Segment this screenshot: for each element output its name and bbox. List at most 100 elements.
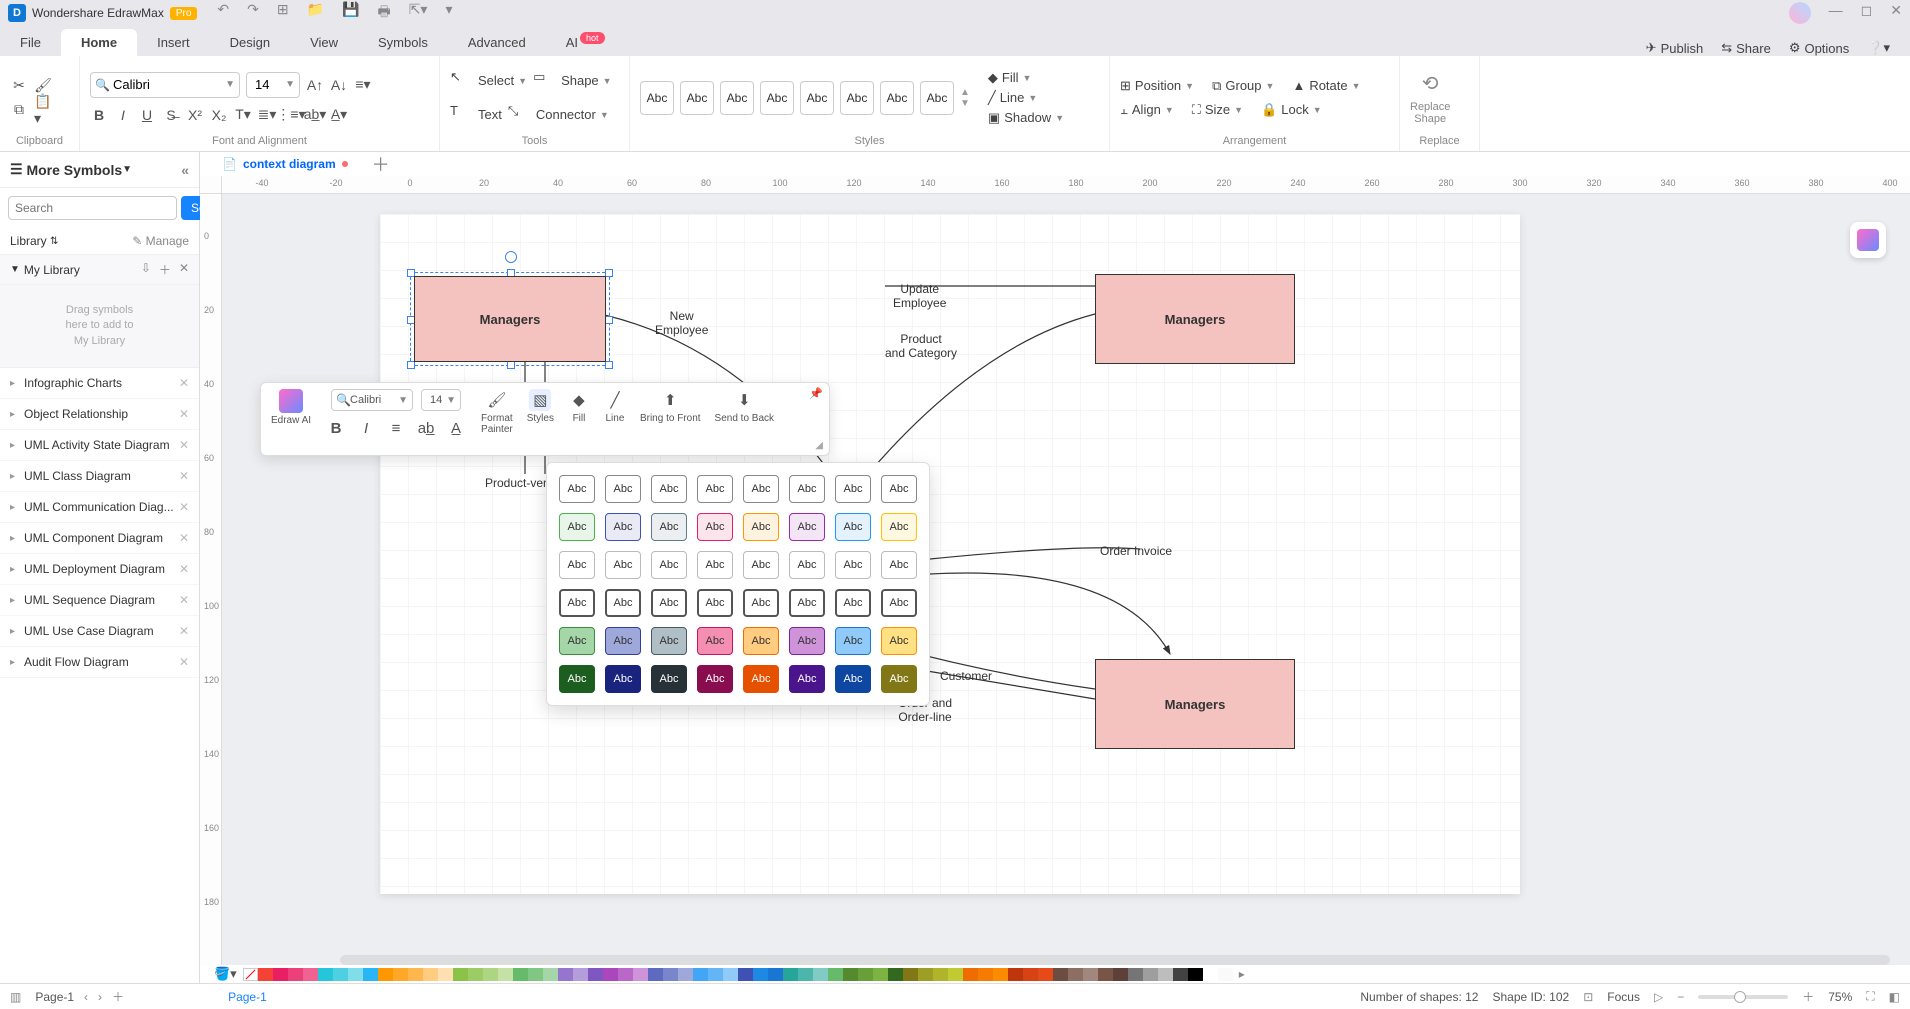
save-icon[interactable]: 💾 [342, 1, 359, 25]
styles-scroll-up-icon[interactable]: ▲ [960, 87, 970, 98]
style-swatch[interactable]: Abc [743, 589, 779, 617]
color-swatch[interactable] [693, 968, 708, 981]
tab-view[interactable]: View [290, 29, 358, 56]
style-swatch[interactable]: Abc [697, 589, 733, 617]
style-swatch[interactable]: Abc [881, 475, 917, 503]
superscript-icon[interactable]: X² [186, 106, 204, 124]
color-swatch[interactable] [903, 968, 918, 981]
bullets-icon[interactable]: ⋮≡▾ [282, 106, 300, 124]
color-swatch[interactable] [258, 968, 273, 981]
canvas[interactable]: -40-200204060801001201401601802002202402… [200, 176, 1910, 983]
add-doc-tab[interactable]: ＋ [372, 151, 390, 177]
color-swatch[interactable] [318, 968, 333, 981]
color-swatch[interactable] [843, 968, 858, 981]
style-swatch[interactable]: Abc [881, 627, 917, 655]
style-swatch[interactable]: Abc [881, 665, 917, 693]
color-swatch[interactable] [1008, 968, 1023, 981]
italic-icon[interactable]: I [114, 106, 132, 124]
style-swatch[interactable]: Abc [559, 589, 595, 617]
position-dropdown[interactable]: ⊞ Position▼ [1120, 78, 1194, 94]
style-swatch[interactable]: Abc [651, 665, 687, 693]
style-swatch[interactable]: Abc [559, 551, 595, 579]
style-preset[interactable]: Abc [640, 81, 674, 115]
underline-icon[interactable]: U [138, 106, 156, 124]
color-swatch[interactable] [573, 968, 588, 981]
box-managers-tr[interactable]: Managers [1095, 274, 1295, 364]
style-preset[interactable]: Abc [760, 81, 794, 115]
line-icon[interactable]: ╱ [604, 389, 626, 411]
style-swatch[interactable]: Abc [789, 665, 825, 693]
color-swatch[interactable] [483, 968, 498, 981]
color-swatch[interactable] [933, 968, 948, 981]
rotation-handle[interactable] [505, 251, 517, 263]
symbol-category[interactable]: ▸UML Sequence Diagram✕ [0, 585, 199, 616]
close-category-icon[interactable]: ✕ [179, 469, 189, 483]
style-preset[interactable]: Abc [840, 81, 874, 115]
style-preset[interactable]: Abc [720, 81, 754, 115]
style-swatch[interactable]: Abc [743, 475, 779, 503]
color-swatch[interactable] [723, 968, 738, 981]
style-swatch[interactable]: Abc [605, 475, 641, 503]
pin-icon[interactable]: 📌 [809, 387, 823, 400]
color-swatch[interactable] [1083, 968, 1098, 981]
fit-page-icon[interactable]: ⛶ [1866, 989, 1874, 1004]
color-swatch[interactable] [888, 968, 903, 981]
resize-grip-icon[interactable]: ◢ [815, 440, 823, 451]
color-swatch[interactable] [1188, 968, 1203, 981]
print-icon[interactable]: 🖶 [377, 1, 390, 25]
style-swatch[interactable]: Abc [789, 551, 825, 579]
color-swatch[interactable] [948, 968, 963, 981]
shrink-font-icon[interactable]: A↓ [330, 76, 348, 94]
mylibrary-dropzone[interactable]: Drag symbols here to add to My Library [0, 285, 199, 368]
symbol-category[interactable]: ▸UML Component Diagram✕ [0, 523, 199, 554]
library-label[interactable]: Library [10, 234, 47, 248]
style-swatch[interactable]: Abc [559, 665, 595, 693]
symbol-category[interactable]: ▸UML Deployment Diagram✕ [0, 554, 199, 585]
label-update-employee[interactable]: Update Employee [893, 282, 946, 311]
ctx-size-select[interactable]: 14▼ [421, 389, 461, 411]
color-swatch[interactable] [918, 968, 933, 981]
ctx-font-color-icon[interactable]: A̲ [445, 417, 467, 439]
color-swatch[interactable] [393, 968, 408, 981]
symbol-search-input[interactable] [8, 196, 177, 220]
color-swatch[interactable] [1098, 968, 1113, 981]
style-swatch[interactable]: Abc [743, 627, 779, 655]
size-dropdown[interactable]: ⛶ Size▼ [1192, 102, 1243, 118]
tab-home[interactable]: Home [61, 29, 137, 56]
focus-icon[interactable]: ⊡ [1583, 990, 1593, 1004]
color-swatch[interactable] [1173, 968, 1188, 981]
close-icon[interactable]: ✕ [1890, 2, 1902, 24]
send-back-icon[interactable]: ⬇ [733, 389, 755, 411]
minimize-icon[interactable]: — [1829, 2, 1843, 24]
edraw-ai-icon[interactable] [279, 389, 303, 413]
color-swatch[interactable] [468, 968, 483, 981]
style-swatch[interactable]: Abc [835, 513, 871, 541]
zoom-in-icon[interactable]: ＋ [1802, 988, 1814, 1005]
style-swatch[interactable]: Abc [743, 551, 779, 579]
color-swatch[interactable] [963, 968, 978, 981]
close-category-icon[interactable]: ✕ [179, 562, 189, 576]
style-preset[interactable]: Abc [880, 81, 914, 115]
style-swatch[interactable]: Abc [697, 513, 733, 541]
style-swatch[interactable]: Abc [697, 665, 733, 693]
style-swatch[interactable]: Abc [789, 589, 825, 617]
color-swatch[interactable] [993, 968, 1008, 981]
color-swatch[interactable] [333, 968, 348, 981]
color-swatch[interactable] [363, 968, 378, 981]
symbol-category[interactable]: ▸UML Communication Diag...✕ [0, 492, 199, 523]
fill-dropdown[interactable]: ◆ Fill▼ [988, 70, 1064, 86]
style-preset[interactable]: Abc [920, 81, 954, 115]
connector-tool[interactable]: ⤡Connector▼ [508, 103, 609, 127]
publish-button[interactable]: ✈ Publish [1646, 40, 1704, 56]
color-swatch[interactable] [708, 968, 723, 981]
paste-icon[interactable]: 📋▾ [34, 101, 52, 119]
collapse-panel-icon[interactable]: « [181, 162, 189, 178]
ctx-bold-icon[interactable]: B [325, 417, 347, 439]
style-swatch[interactable]: Abc [697, 475, 733, 503]
label-product-category[interactable]: Product and Category [885, 332, 957, 361]
tab-symbols[interactable]: Symbols [358, 29, 448, 56]
text-direction-icon[interactable]: T▾ [234, 106, 252, 124]
style-swatch[interactable]: Abc [697, 551, 733, 579]
color-swatch[interactable] [813, 968, 828, 981]
tab-design[interactable]: Design [210, 29, 290, 56]
